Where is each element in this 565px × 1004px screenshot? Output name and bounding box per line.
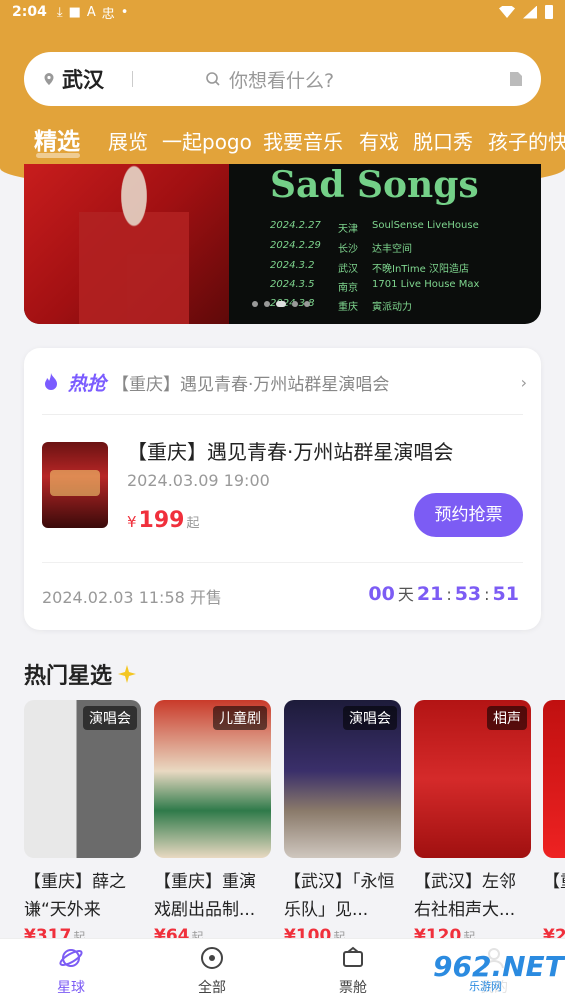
tab-pogo[interactable]: 一起pogo — [162, 124, 252, 160]
sparkle-icon — [118, 665, 137, 683]
category-badge: 儿童剧 — [213, 706, 267, 730]
card-poster: 儿童剧 — [154, 700, 271, 858]
nav-label: 票舱 — [339, 980, 367, 996]
card-title: 【重庆】重演戏剧出品制... — [154, 872, 256, 920]
divider — [42, 562, 523, 563]
event-date: 2024.03.09 19:00 — [127, 471, 270, 490]
ticket-icon — [343, 946, 363, 967]
event-card[interactable]: 【重大作 ¥2 — [543, 700, 565, 940]
nav-label: 星球 — [57, 980, 85, 996]
nav-tickets[interactable]: 票舱 — [308, 945, 398, 997]
download-icon: ⤓ — [56, 4, 63, 20]
sale-start-time: 2024.02.03 11:58 开售 — [42, 588, 222, 607]
tab-standup[interactable]: 脱口秀 — [413, 124, 473, 160]
chevron-right-icon[interactable]: › — [521, 373, 527, 392]
tour-row: 2024.3.2 武汉 不晚InTime 汉阳造店 — [270, 260, 469, 275]
tour-row: 2024.3.5 南京 1701 Live House Max — [270, 279, 480, 294]
location-pin-icon — [44, 73, 54, 85]
tour-row: 2024.2.27 天津 SoulSense LiveHouse — [270, 220, 479, 235]
nav-label: 全部 — [198, 980, 226, 996]
document-icon[interactable] — [509, 71, 523, 87]
countdown-timer: 00 天 21:53:51 — [368, 583, 519, 605]
card-poster — [543, 700, 565, 858]
card-title: 【重大作 — [543, 872, 565, 892]
card-poster: 相声 — [414, 700, 531, 858]
event-poster[interactable] — [42, 442, 108, 528]
tab-drama[interactable]: 有戏 — [359, 124, 399, 160]
hot-sale-tag: 热抢 — [68, 372, 107, 395]
tab-music[interactable]: 我要音乐 — [263, 124, 343, 160]
wifi-icon — [499, 6, 515, 18]
tab-kids[interactable]: 孩子的快 — [488, 124, 565, 160]
search-bar[interactable]: 武汉 你想看什么? — [24, 52, 541, 106]
hot-sale-subtitle: 【重庆】遇见青春·万州站群星演唱会 — [112, 374, 390, 395]
event-price: ¥199 起 — [127, 508, 200, 533]
nav-planet[interactable]: 星球 — [26, 945, 116, 997]
card-poster: 演唱会 — [284, 700, 401, 858]
notification-icons: ⤓ ■ A 忠 • — [57, 3, 129, 22]
signal-icon — [523, 5, 537, 19]
city-selector[interactable]: 武汉 — [62, 64, 104, 94]
featured-list: 演唱会 【重庆】薛之谦“天外来物”... ¥317起 儿童剧 【重庆】重演戏剧出… — [0, 700, 565, 940]
card-title: 【武汉】左邻右社相声大... — [414, 872, 516, 920]
app-icon: 忠 — [101, 6, 115, 22]
card-title: 【重庆】薛之谦“天外来物”... — [24, 872, 126, 920]
hot-sale-header[interactable]: 热抢 【重庆】遇见青春·万州站群星演唱会 › — [42, 368, 527, 396]
status-bar: 2:04 ⤓ ■ A 忠 • — [0, 0, 565, 24]
category-tabs: 精选 展览 一起pogo 我要音乐 有戏 脱口秀 孩子的快 — [0, 124, 565, 160]
divider — [42, 414, 523, 415]
event-title[interactable]: 【重庆】遇见青春·万州站群星演唱会 — [127, 436, 453, 465]
tab-exhibition[interactable]: 展览 — [108, 124, 148, 160]
carousel-dot — [304, 301, 310, 307]
dot-icon: • — [120, 4, 129, 20]
event-card[interactable]: 儿童剧 【重庆】重演戏剧出品制... ¥64 起 — [154, 700, 271, 940]
tour-row: 2024.2.29 长沙 达丰空间 — [270, 240, 412, 255]
compass-icon — [201, 947, 223, 969]
a-icon: A — [86, 4, 96, 20]
carousel-dot — [292, 301, 298, 307]
fire-icon — [45, 373, 57, 390]
card-poster: 演唱会 — [24, 700, 141, 858]
carousel-indicator — [252, 301, 310, 307]
event-card[interactable]: 相声 【武汉】左邻右社相声大... ¥120 起 — [414, 700, 531, 940]
category-badge: 演唱会 — [343, 706, 397, 730]
search-input[interactable]: 你想看什么? — [229, 66, 509, 93]
nav-all[interactable]: 全部 — [167, 945, 257, 997]
watermark-logo: 962.NET 乐游网 — [425, 948, 564, 994]
battery-icon — [545, 5, 553, 19]
category-badge: 相声 — [487, 706, 527, 730]
banner-title: Sad Songs — [270, 164, 479, 206]
carousel-dot — [264, 301, 270, 307]
event-card[interactable]: 演唱会 【武汉】「永恒乐队」见... ¥100 起 — [284, 700, 401, 940]
status-time: 2:04 — [12, 4, 47, 20]
event-card[interactable]: 演唱会 【重庆】薛之谦“天外来物”... ¥317起 — [24, 700, 141, 940]
planet-icon — [59, 949, 83, 967]
carousel-dot-active — [276, 301, 286, 307]
card-title: 【武汉】「永恒乐队」见... — [284, 872, 395, 920]
promo-banner[interactable]: Sad Songs 2024.2.27 天津 SoulSense LiveHouse… — [24, 164, 541, 324]
banner-artist-image — [79, 164, 189, 324]
reserve-ticket-button[interactable]: 预约抢票 — [414, 493, 523, 537]
search-icon — [206, 72, 220, 86]
section-title: 热门星选 — [24, 658, 138, 690]
watermark-subtext: 乐游网 — [469, 980, 502, 993]
tab-selected[interactable]: 精选 — [34, 124, 80, 160]
category-badge: 演唱会 — [83, 706, 137, 730]
carousel-dot — [252, 301, 258, 307]
search-divider — [132, 71, 133, 87]
square-icon: ■ — [68, 4, 81, 20]
hot-sale-card[interactable]: 热抢 【重庆】遇见青春·万州站群星演唱会 › 【重庆】遇见青春·万州站群星演唱会… — [24, 348, 541, 630]
